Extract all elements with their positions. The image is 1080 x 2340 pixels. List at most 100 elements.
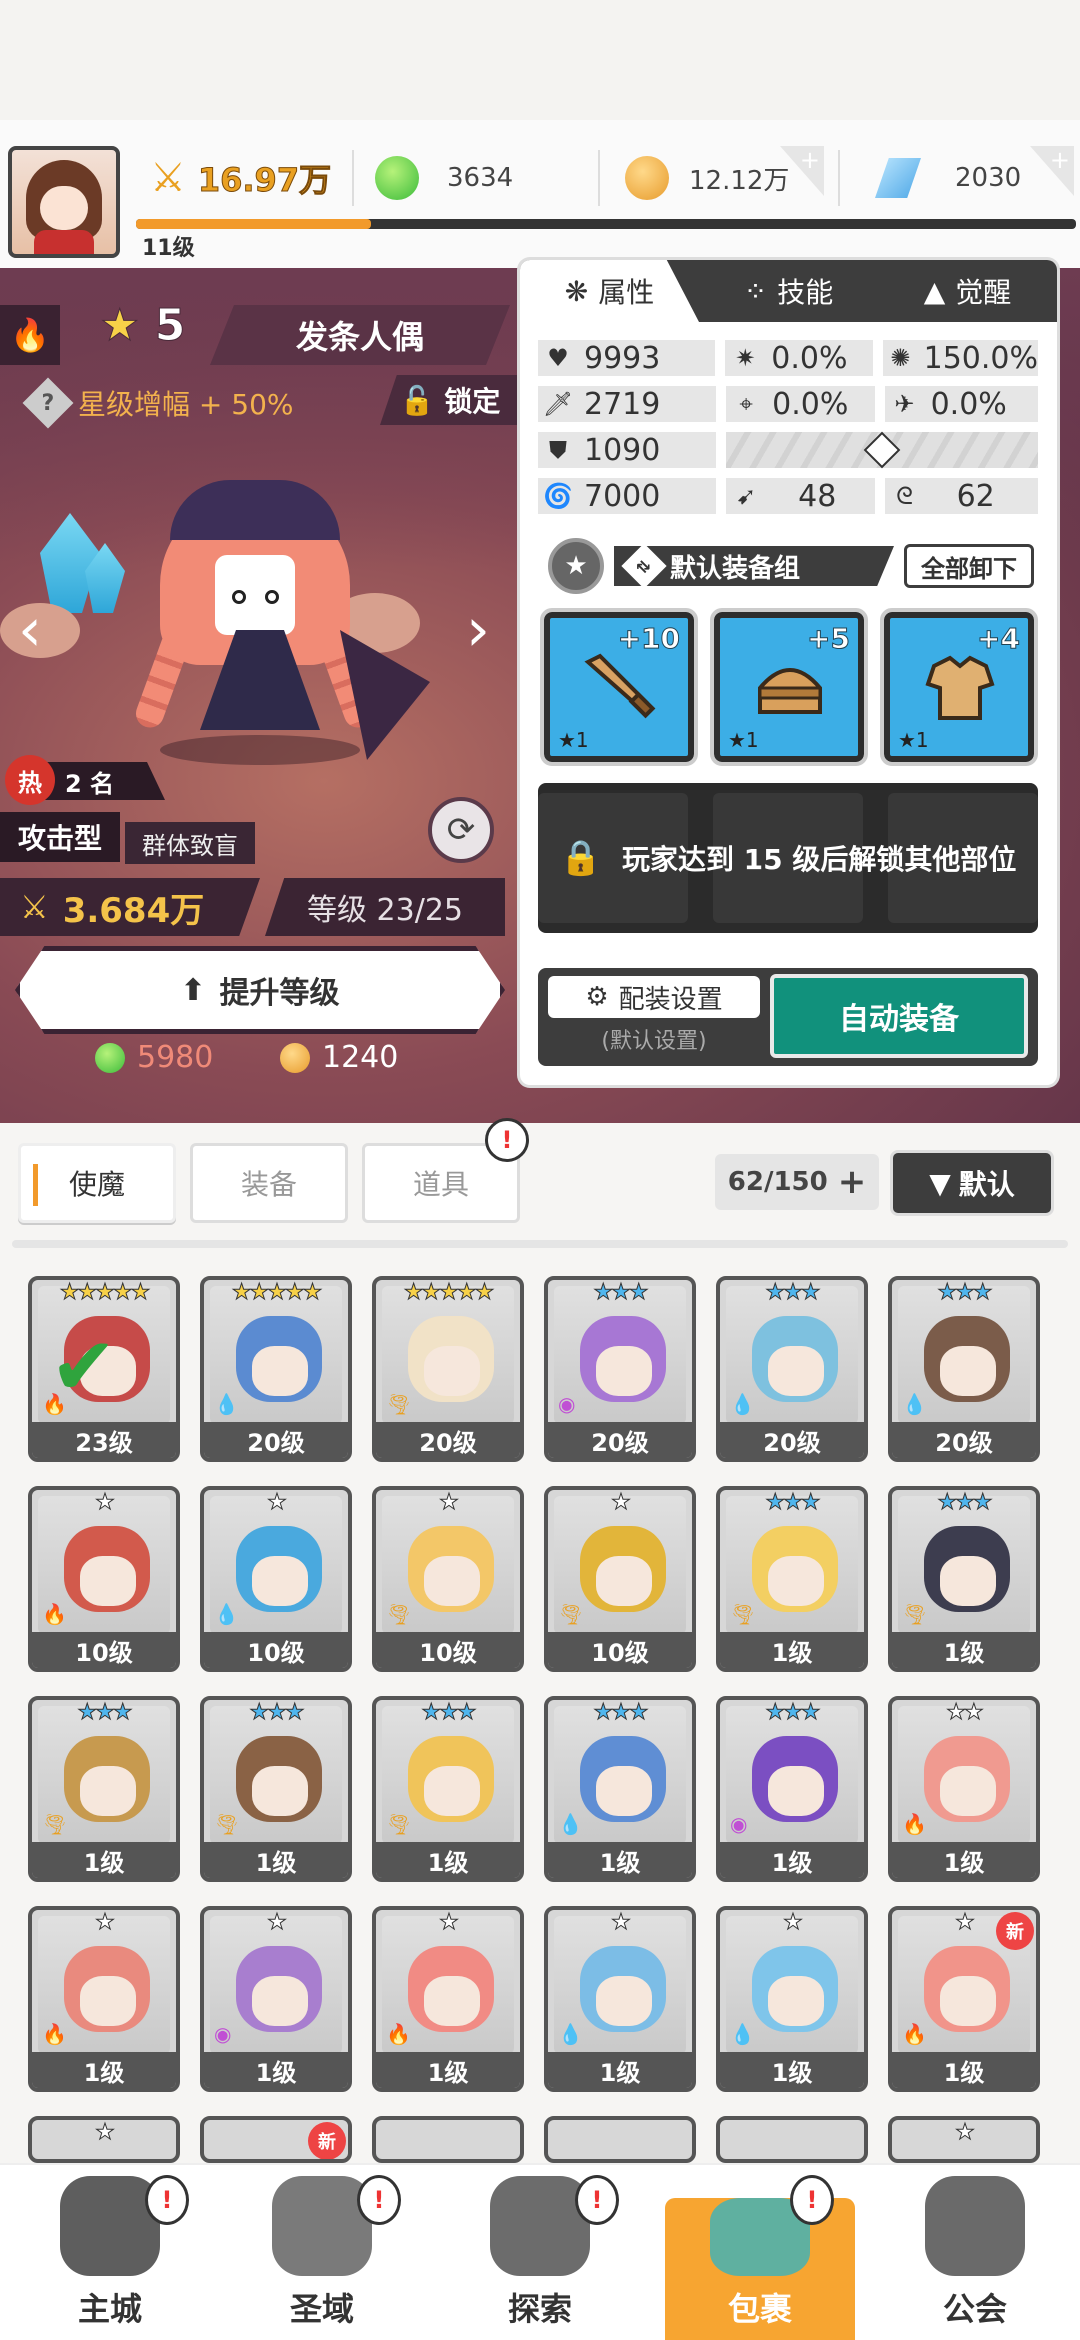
familiar-card[interactable]: ★ 🌪 10级 [544,1486,696,1672]
diamond-icon [875,158,921,198]
familiar-level: 20级 [548,1422,692,1458]
familiar-card-partial[interactable]: ★ [28,2116,180,2163]
tab-skills[interactable]: ⁘ 技能 [699,260,878,322]
slot-stars: ★1 [558,728,589,752]
hero-type: 攻击型 [0,812,120,862]
arrow-up-icon: ⬆ [180,972,206,1008]
hero-figure[interactable] [132,480,430,780]
help-icon[interactable]: ? [22,377,74,429]
stat-value: 9993 [584,340,661,376]
familiar-face [768,1346,824,1396]
tab-label: 技能 [777,276,834,309]
unequip-all-button[interactable]: 全部卸下 [904,544,1034,588]
star-rating: ★★★ [765,1490,821,1516]
tab-label: 觉醒 [955,276,1012,309]
familiar-card[interactable]: ★ 🔥 1级 [372,1906,524,2092]
familiar-level: 20级 [720,1422,864,1458]
familiar-count[interactable]: 62/150 + [715,1154,879,1210]
new-badge: 新 [996,1912,1034,1950]
familiar-card[interactable]: ★★★ 💧 20级 [888,1276,1040,1462]
star-rating: ★ [439,1490,460,1516]
equip-slot-weapon[interactable]: +10 ★1 [540,608,698,766]
familiar-card[interactable]: ★★★ 🌪 1级 [716,1486,868,1672]
familiar-card[interactable]: ★★★ 💧 20级 [716,1276,868,1462]
familiar-level: 1级 [892,2052,1036,2088]
stat-hp: ♥ 9993 [538,340,716,376]
auto-equip-button[interactable]: 自动装备 [770,974,1028,1058]
familiar-card-partial[interactable] [372,2116,524,2163]
familiar-card[interactable]: ★ 🌪 10级 [372,1486,524,1672]
familiar-card-partial[interactable]: ★ [888,2116,1040,2163]
familiar-level: 1级 [204,2052,348,2088]
familiar-card[interactable]: ★★★ 💧 1级 [544,1696,696,1882]
familiar-card[interactable]: ★ 💧 1级 [544,1906,696,2092]
nav-guild[interactable]: 公会 [885,2163,1065,2340]
familiar-card-partial[interactable] [716,2116,868,2163]
familiar-card[interactable]: ★ 🔥 1级 [28,1906,180,2092]
guild-icon [925,2176,1025,2276]
familiar-level: 1级 [376,1842,520,1878]
upgrade-level-button[interactable]: ⬆ 提升等级 [15,946,505,1034]
tab-attributes[interactable]: ❋ 属性 [520,260,699,322]
set-badge-icon[interactable]: ★ [548,538,604,594]
wind-element-icon: 🌪 [386,1812,412,1836]
familiar-card-partial[interactable] [544,2116,696,2163]
rotate-view-icon[interactable]: ⟳ [428,797,494,863]
next-hero-arrow[interactable]: › [458,590,498,670]
familiar-card[interactable]: ★ 🔥 新 1级 [888,1906,1040,2092]
lock-button[interactable]: 🔓 锁定 [380,375,520,425]
familiar-face [424,1346,480,1396]
hero-star-level: ★ 5 [99,300,185,352]
familiar-card[interactable]: ★★★ 🌪 1级 [372,1696,524,1882]
equip-set-selector[interactable]: ⇄ 默认装备组 [614,546,894,586]
star-rating: ★ [267,1490,288,1516]
locked-equip-slots: 🔒 玩家达到 15 级后解锁其他部位 [538,783,1038,933]
hero-level: 等级 23/25 [265,878,505,936]
nav-bag[interactable]: 包裹 [665,2198,855,2340]
hero-power-value: 3.684万 [62,890,205,931]
familiar-card[interactable]: ★★★ ◉ 1级 [716,1696,868,1882]
checkmark-icon: ✔ [50,1320,118,1413]
locked-slot-message: 玩家达到 15 级后解锁其他部位 [621,843,1017,876]
familiar-card[interactable]: ★★★★★ 🔥 ✔ 23级 [28,1276,180,1462]
gold-value: 12.12万 [689,165,790,196]
familiar-face [80,1976,136,2026]
burst-ring-icon: ✺ [890,344,911,372]
familiar-card[interactable]: ★ 💧 1级 [716,1906,868,2092]
familiar-card[interactable]: ★★★ 🌪 1级 [200,1696,352,1882]
tab-awaken[interactable]: ▲ 觉醒 [878,260,1057,322]
familiar-face [940,1556,996,1606]
cannon-icon [490,2176,590,2276]
familiar-card[interactable]: ★ ◉ 1级 [200,1906,352,2092]
familiar-face [940,1346,996,1396]
hero-power: ⚔ 3.684万 [0,878,260,936]
sword-icon [584,653,656,719]
stat-value: 62 [956,478,995,514]
tab-equipment[interactable]: 装备 [190,1143,348,1223]
star-growth[interactable]: ? 星级增幅 + 50% [22,377,294,429]
familiar-card-partial[interactable]: 新 [200,2116,352,2163]
familiar-card[interactable]: ★★★★★ 🌪 20级 [372,1276,524,1462]
fire-element-icon: 🔥 [902,1812,927,1836]
familiar-card[interactable]: ★★★ 🌪 1级 [888,1486,1040,1672]
familiar-face [252,1346,308,1396]
fire-element-icon: 🔥 [902,2022,927,2046]
prev-hero-arrow[interactable]: ‹ [10,590,50,670]
familiar-card[interactable]: ★ 💧 10级 [200,1486,352,1672]
familiar-card[interactable]: ★★★ ◉ 20级 [544,1276,696,1462]
sort-dropdown[interactable]: ▼ 默认 [890,1150,1054,1216]
familiar-face [596,1556,652,1606]
tab-familiars[interactable]: 使魔 [18,1143,176,1223]
stat-value: 0.0% [772,386,849,422]
loadout-settings-button[interactable]: ⚙ 配装设置 [548,976,760,1018]
familiar-card[interactable]: ★ 🔥 10级 [28,1486,180,1672]
player-avatar[interactable] [8,146,120,258]
equip-slot-helmet[interactable]: +5 ★1 [710,608,868,766]
gold-coin-icon [280,1042,310,1073]
stat-defense: ⛊ 1090 [538,432,717,468]
familiar-face [596,1346,652,1396]
familiar-card[interactable]: ★★ 🔥 1级 [888,1696,1040,1882]
familiar-card[interactable]: ★★★★★ 💧 20级 [200,1276,352,1462]
familiar-card[interactable]: ★★★ 🌪 1级 [28,1696,180,1882]
equip-slot-armor[interactable]: +4 ★1 [880,608,1038,766]
